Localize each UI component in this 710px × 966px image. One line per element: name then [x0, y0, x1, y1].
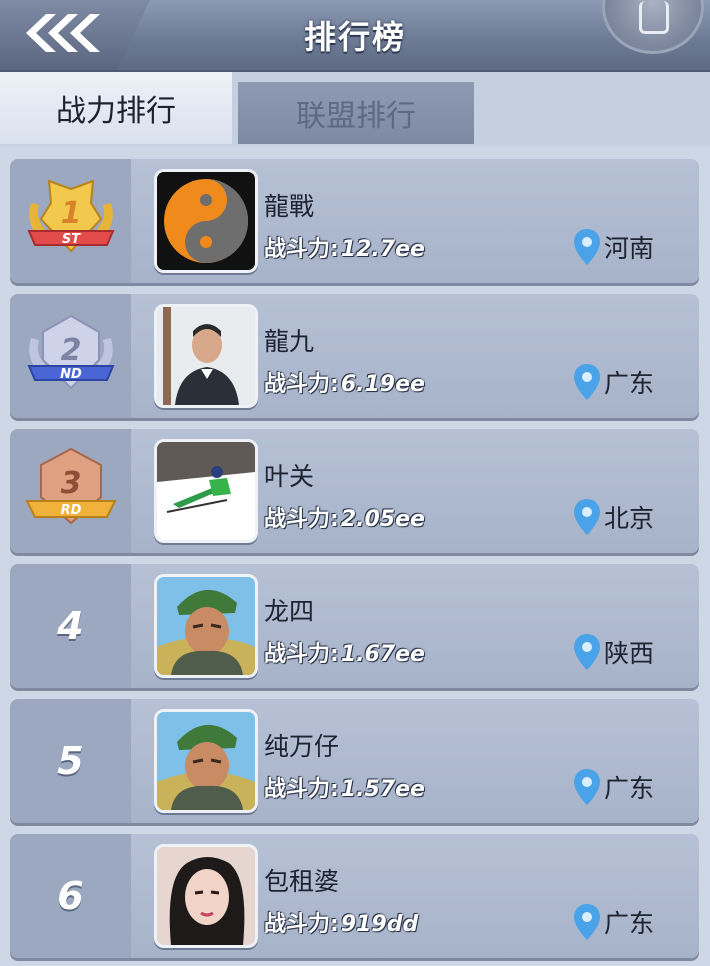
woman-photo-avatar-icon	[157, 847, 255, 945]
svg-text:3: 3	[60, 466, 81, 501]
player-name: 龙四	[264, 597, 315, 626]
combat-power-value: 919dd	[340, 912, 419, 937]
combat-power-value: 1.67ee	[340, 642, 425, 667]
combat-power: 战斗力:6.19ee	[264, 366, 425, 398]
top-bar: 排行榜	[0, 0, 710, 72]
location-label: 河南	[604, 234, 655, 263]
gold-medal-icon: 1 ST	[26, 179, 115, 253]
ranking-row[interactable]: 1 ST 龍戰 战斗力:12.7ee 河南	[10, 159, 699, 283]
rank-cell: 4	[10, 564, 131, 688]
location-pin-icon	[574, 769, 600, 805]
ranking-row[interactable]: 4 龙四 战斗力:1.67ee 陕西	[10, 564, 699, 688]
svg-text:1: 1	[60, 196, 81, 231]
rank-cell: 3 RD	[10, 429, 131, 553]
location-pin-icon	[574, 364, 600, 400]
rank-cell: 1 ST	[10, 159, 131, 283]
player-name: 龍戰	[264, 192, 315, 221]
player-name: 包租婆	[264, 867, 340, 896]
rank-number: 6	[57, 874, 84, 918]
avatar[interactable]	[154, 574, 258, 678]
avatar[interactable]	[154, 169, 258, 273]
rank-number: 5	[57, 739, 84, 783]
combat-power: 战斗力:1.57ee	[264, 771, 425, 803]
location: 广东	[572, 767, 654, 807]
tab-alliance-ranking[interactable]: 联盟排行	[238, 82, 474, 144]
location: 陕西	[572, 632, 654, 672]
rank-number: 4	[57, 604, 84, 648]
location: 河南	[572, 227, 654, 267]
rank-suffix: RD	[60, 503, 81, 518]
player-name: 叶关	[264, 462, 315, 491]
yin-yang-avatar-icon	[157, 172, 255, 270]
skier-photo-avatar-icon	[157, 442, 255, 540]
avatar[interactable]	[154, 439, 258, 543]
combat-power-label: 战斗力:	[264, 777, 339, 802]
location: 广东	[572, 362, 654, 402]
combat-power-label: 战斗力:	[264, 237, 339, 262]
silver-medal-icon: 2 ND	[26, 314, 115, 390]
rank-cell: 2 ND	[10, 294, 131, 418]
tab-bar: 战力排行 联盟排行	[0, 72, 710, 146]
combat-power-label: 战斗力:	[264, 372, 339, 397]
ranking-row[interactable]: 6 包租婆 战斗力:919dd 广东	[10, 834, 699, 958]
location-label: 广东	[604, 909, 655, 938]
combat-power-value: 12.7ee	[340, 237, 425, 262]
bronze-medal-icon: 3 RD	[24, 447, 117, 525]
ranking-row[interactable]: 2 ND 龍九 战斗力:6.19ee 广东	[10, 294, 699, 418]
location-label: 陕西	[604, 639, 655, 668]
location: 广东	[572, 902, 654, 942]
location-pin-icon	[574, 634, 600, 670]
combat-power-value: 2.05ee	[340, 507, 425, 532]
avatar[interactable]	[154, 304, 258, 408]
location-label: 广东	[604, 774, 655, 803]
ranking-row[interactable]: 5 纯万仔 战斗力:1.57ee 广东	[10, 699, 699, 823]
svg-text:2: 2	[60, 333, 81, 368]
avatar[interactable]	[154, 709, 258, 813]
player-name: 龍九	[264, 327, 315, 356]
location: 北京	[572, 497, 654, 537]
player-name: 纯万仔	[264, 732, 340, 761]
rank-suffix: ST	[61, 232, 80, 247]
location-label: 北京	[604, 504, 655, 533]
combat-power-value: 1.57ee	[340, 777, 425, 802]
location-pin-icon	[574, 499, 600, 535]
soldier-avatar-icon	[157, 712, 255, 810]
tab-power-ranking[interactable]: 战力排行	[0, 72, 232, 144]
combat-power-label: 战斗力:	[264, 642, 339, 667]
combat-power: 战斗力:1.67ee	[264, 636, 425, 668]
combat-power-label: 战斗力:	[264, 912, 339, 937]
combat-power-label: 战斗力:	[264, 507, 339, 532]
menu-circle-icon	[639, 1, 669, 34]
location-label: 广东	[604, 369, 655, 398]
combat-power: 战斗力:12.7ee	[264, 231, 425, 263]
location-pin-icon	[574, 904, 600, 940]
combat-power: 战斗力:2.05ee	[264, 501, 425, 533]
ranking-row[interactable]: 3 RD 叶关 战斗力:2.05ee 北京	[10, 429, 699, 553]
location-pin-icon	[574, 229, 600, 265]
combat-power: 战斗力:919dd	[264, 906, 418, 938]
combat-power-value: 6.19ee	[340, 372, 425, 397]
rank-cell: 5	[10, 699, 131, 823]
soldier-avatar-icon	[157, 577, 255, 675]
rank-cell: 6	[10, 834, 131, 958]
rank-suffix: ND	[60, 367, 82, 382]
avatar[interactable]	[154, 844, 258, 948]
man-photo-avatar-icon	[157, 307, 255, 405]
